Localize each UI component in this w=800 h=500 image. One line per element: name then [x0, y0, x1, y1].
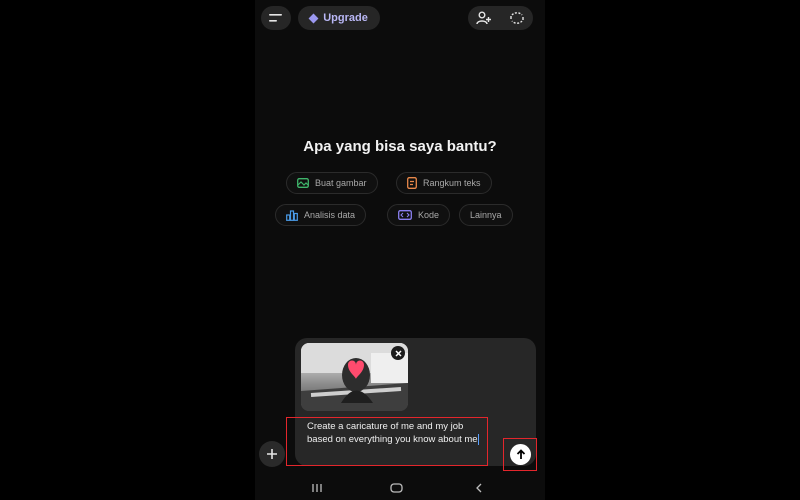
home-icon [389, 482, 403, 493]
suggestion-label: Kode [418, 210, 440, 220]
diamond-icon [308, 13, 319, 23]
code-icon [398, 210, 412, 220]
send-button[interactable] [510, 444, 531, 465]
attached-image[interactable] [301, 343, 408, 411]
add-person-icon[interactable] [476, 11, 492, 25]
recents-icon [312, 483, 322, 492]
suggestion-buat-gambar[interactable]: Buat gambar [286, 172, 378, 194]
plus-icon [267, 449, 277, 459]
upgrade-button[interactable]: Upgrade [298, 6, 380, 30]
nav-back-button[interactable] [469, 480, 489, 495]
menu-button[interactable] [261, 6, 291, 30]
temporary-chat-icon[interactable] [509, 11, 525, 25]
suggestion-label: Rangkum teks [423, 178, 481, 188]
chart-icon [286, 209, 298, 221]
close-icon [394, 349, 402, 357]
text-highlight-box [286, 417, 488, 466]
suggestion-lainnya[interactable]: Lainnya [459, 204, 513, 226]
nav-recents-button[interactable] [307, 480, 327, 495]
arrow-up-icon [516, 449, 525, 459]
upgrade-label: Upgrade [323, 12, 368, 24]
header-actions [468, 6, 533, 30]
suggestion-label: Lainnya [470, 210, 502, 220]
add-attachment-button[interactable] [259, 441, 285, 467]
remove-attachment-button[interactable] [391, 346, 405, 360]
menu-icon [269, 14, 282, 22]
suggestion-label: Buat gambar [315, 178, 367, 188]
nav-home-button[interactable] [386, 480, 406, 495]
image-icon [297, 178, 309, 188]
suggestion-kode[interactable]: Kode [387, 204, 451, 226]
document-icon [407, 177, 417, 189]
page-title: Apa yang bisa saya bantu? [303, 138, 497, 155]
suggestion-analisis-data[interactable]: Analisis data [275, 204, 367, 226]
app-screen: Upgrade Apa yang bisa saya bantu? Buat g… [255, 0, 545, 500]
back-icon [476, 483, 482, 492]
suggestion-rangkum-teks[interactable]: Rangkum teks [396, 172, 492, 194]
suggestion-label: Analisis data [304, 210, 356, 220]
